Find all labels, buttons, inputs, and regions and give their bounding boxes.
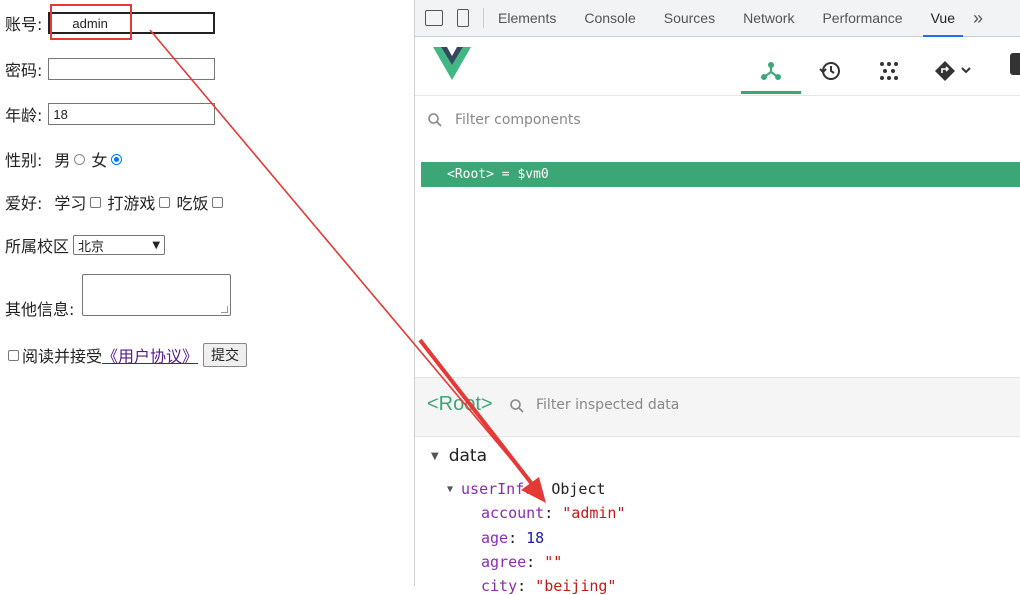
hobby-eat-label: 吃饭: [176, 194, 209, 213]
prop-key: account: [481, 504, 545, 522]
prop-row[interactable]: age: 18: [481, 529, 544, 547]
tab-elements[interactable]: Elements: [484, 0, 570, 36]
prop-key: agree: [481, 553, 527, 571]
timeline-tab-icon[interactable]: [810, 51, 850, 91]
submit-button[interactable]: 提交: [203, 343, 248, 367]
hobby-game-label: 打游戏: [107, 194, 156, 213]
devtools-tabbar: Elements Console Sources Network Perform…: [415, 0, 1020, 37]
tab-sources[interactable]: Sources: [650, 0, 729, 36]
data-section-label: data: [448, 446, 487, 466]
tab-network[interactable]: Network: [729, 0, 808, 36]
devtools-panel: Elements Console Sources Network Perform…: [415, 0, 1020, 595]
inspect-element-icon[interactable]: [425, 10, 443, 26]
chevron-down-icon: ▼: [152, 239, 161, 251]
userinfo-type: Object: [551, 480, 606, 498]
performance-tab-icon[interactable]: [869, 51, 909, 91]
data-section-header[interactable]: ▼ data: [431, 446, 487, 466]
campus-row: 所属校区 北京 ▼: [5, 233, 166, 257]
caret-down-icon: ▼: [447, 483, 454, 495]
gender-female-label: 女: [91, 151, 108, 170]
inspector-header: <Root> Filter inspected data: [415, 377, 1020, 437]
age-row: 年龄: 18: [5, 102, 216, 126]
age-input[interactable]: 18: [48, 103, 216, 125]
gender-male-radio[interactable]: [74, 153, 86, 165]
prop-key: age: [481, 529, 509, 547]
annotation-highlight-box: [50, 4, 132, 40]
user-agreement-link[interactable]: 《用户协议》: [102, 343, 198, 367]
colon-separator: :: [526, 553, 545, 571]
hobby-game-checkbox[interactable]: [159, 196, 171, 208]
form-page: 账号: admin 密码: 年龄: 18 性别: 男 女 爱好: 学习 打游戏 …: [0, 0, 414, 586]
other-row: 其他信息:: [5, 274, 232, 319]
password-label: 密码:: [5, 61, 43, 80]
vue-toolbar: [415, 37, 1020, 96]
filter-components[interactable]: Filter components: [427, 112, 581, 128]
age-label: 年龄:: [5, 106, 43, 125]
gender-label: 性别:: [5, 151, 43, 170]
search-icon: [428, 113, 442, 127]
prop-row[interactable]: account: "admin": [481, 504, 626, 522]
userinfo-row[interactable]: ▼ userInfo : Object: [447, 480, 606, 498]
more-tabs-icon[interactable]: »: [973, 8, 983, 29]
agree-row: 阅读并接受 《用户协议》 提交: [8, 343, 248, 367]
agree-text: 阅读并接受: [22, 347, 103, 366]
device-toolbar-icon[interactable]: [457, 9, 469, 27]
colon-separator: :: [517, 577, 536, 595]
tab-vue[interactable]: Vue: [917, 0, 969, 37]
prop-value: 18: [526, 529, 545, 547]
hobby-eat-checkbox[interactable]: [212, 196, 224, 208]
colon-separator: :: [508, 529, 527, 547]
hobby-row: 爱好: 学习 打游戏 吃饭: [5, 190, 229, 214]
search-icon: [510, 399, 524, 413]
filter-inspected-placeholder[interactable]: Filter inspected data: [536, 397, 679, 413]
components-tab-icon[interactable]: [751, 51, 791, 91]
campus-select[interactable]: 北京 ▼: [73, 235, 166, 255]
prop-row[interactable]: agree: "": [481, 553, 562, 571]
hobby-label: 爱好:: [5, 194, 43, 213]
gender-female-radio[interactable]: [111, 153, 123, 165]
prop-value: "": [544, 553, 563, 571]
agree-checkbox[interactable]: [8, 349, 19, 361]
prop-row[interactable]: city: "beijing": [481, 577, 616, 595]
filter-components-placeholder: Filter components: [455, 112, 581, 128]
gender-row: 性别: 男 女: [5, 147, 128, 171]
password-row: 密码:: [5, 57, 216, 81]
caret-down-icon: ▼: [431, 450, 439, 462]
component-tree-root-row[interactable]: <Root> = $vm0: [421, 162, 1020, 187]
colon-separator: :: [533, 480, 552, 498]
components-tab-indicator: [741, 91, 801, 94]
prop-key: city: [481, 577, 518, 595]
userinfo-key: userInfo: [461, 480, 534, 498]
hobby-study-checkbox[interactable]: [90, 196, 102, 208]
overflow-icon[interactable]: [1010, 53, 1020, 75]
account-label: 账号:: [5, 15, 43, 34]
prop-value: "beijing": [535, 577, 617, 595]
campus-label: 所属校区: [5, 237, 70, 256]
prop-value: "admin": [562, 504, 626, 522]
hobby-study-label: 学习: [54, 194, 87, 213]
inspected-component-title: <Root>: [427, 393, 493, 415]
colon-separator: :: [544, 504, 563, 522]
tab-performance[interactable]: Performance: [808, 0, 916, 36]
other-label: 其他信息:: [5, 300, 75, 319]
tab-console[interactable]: Console: [570, 0, 649, 36]
routing-menu-icon[interactable]: [931, 51, 977, 91]
gender-male-label: 男: [54, 151, 71, 170]
campus-select-value: 北京: [78, 239, 105, 255]
other-textarea[interactable]: [82, 274, 232, 316]
password-input[interactable]: [48, 58, 216, 80]
vue-logo-icon: [433, 47, 471, 80]
